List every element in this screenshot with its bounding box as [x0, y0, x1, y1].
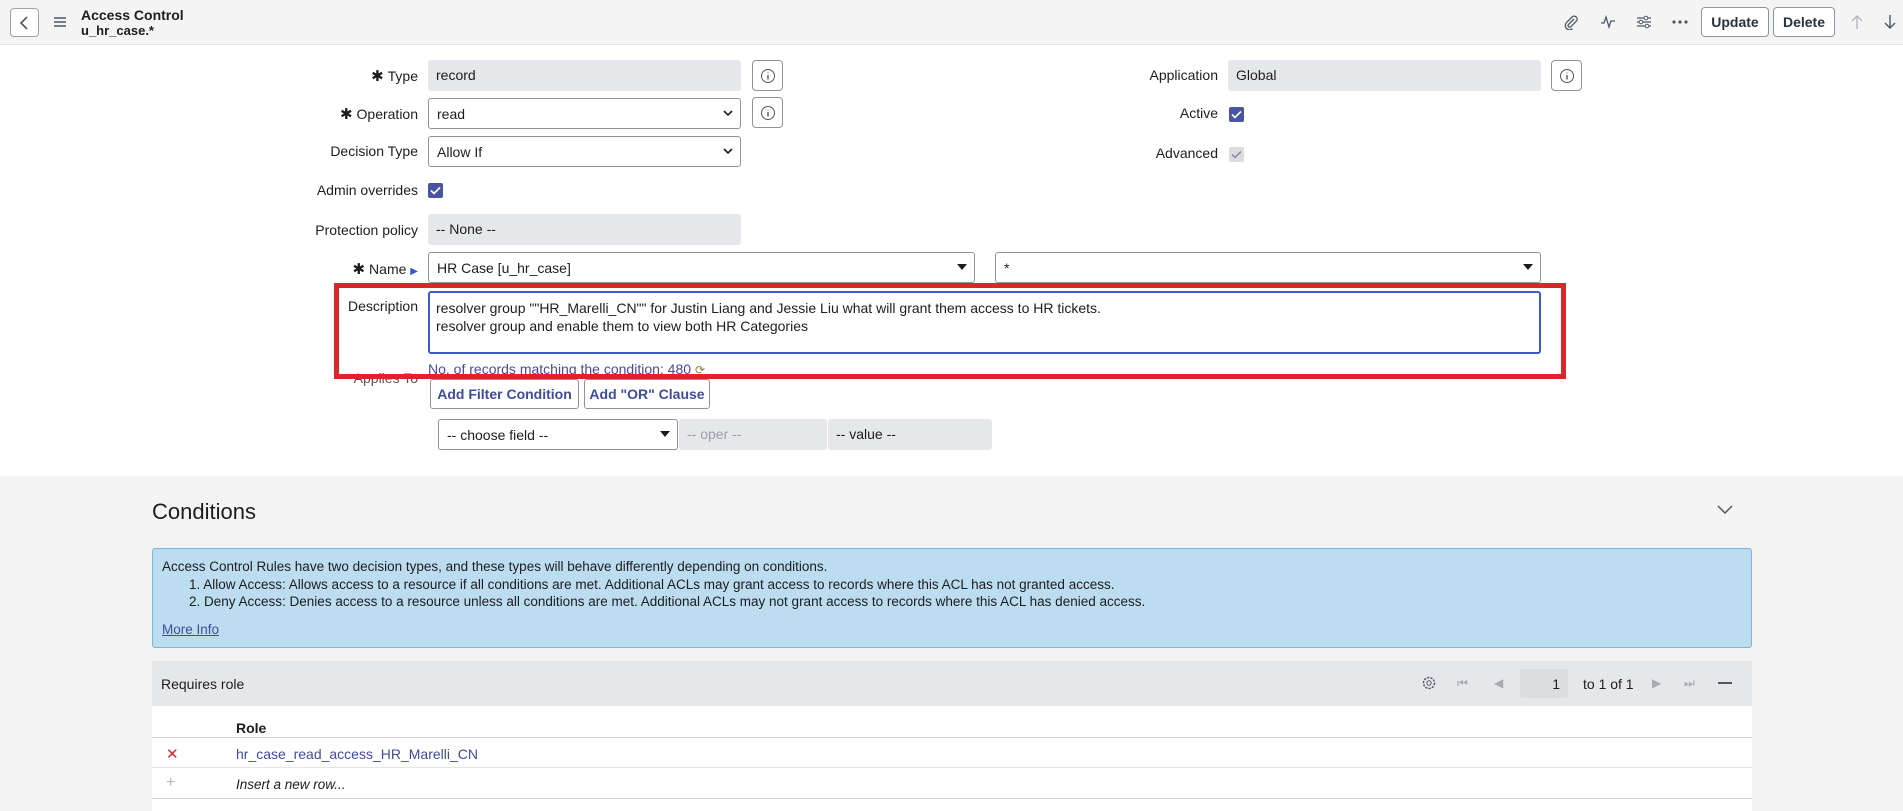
application-info-button[interactable] [1551, 60, 1582, 91]
name-field-value: * [1004, 260, 1010, 276]
caret-down-icon [660, 431, 670, 437]
chevron-left-icon [19, 15, 28, 30]
info-item-allow: 1. Allow Access: Allows access to a reso… [189, 577, 1115, 592]
arrow-up-icon[interactable] [1846, 11, 1868, 33]
page-title: Access Control [81, 7, 184, 23]
form-header: Access Control u_hr_case.* Update Delete [0, 0, 1903, 45]
decision-type-label: Decision Type [330, 143, 418, 159]
info-icon [760, 105, 775, 120]
decision-type-select[interactable]: Allow If [428, 136, 741, 167]
related-list-title: Requires role [161, 676, 245, 692]
page-subtitle: u_hr_case.* [81, 23, 154, 38]
chevron-down-icon [723, 148, 733, 155]
name-field-select[interactable]: * [995, 252, 1541, 283]
delete-button[interactable]: Delete [1773, 7, 1835, 37]
divider [152, 767, 1752, 768]
value-field[interactable]: -- value -- [828, 419, 992, 450]
info-icon [1559, 68, 1574, 83]
requires-role-related-list: Requires role ⏮ ◀ 1 to 1 of 1 ▶ ⏭ Role ✕… [152, 661, 1752, 811]
info-icon [760, 68, 775, 83]
previous-page-icon[interactable]: ◀ [1494, 676, 1503, 690]
application-field: Global [1228, 60, 1541, 91]
name-table-select[interactable]: HR Case [u_hr_case] [428, 252, 975, 283]
active-label: Active [1179, 105, 1218, 121]
operation-select[interactable]: read [428, 98, 741, 129]
update-button[interactable]: Update [1701, 7, 1769, 37]
name-table-value: HR Case [u_hr_case] [437, 260, 571, 276]
next-page-icon[interactable]: ▶ [1652, 676, 1661, 690]
advanced-label: Advanced [1155, 145, 1218, 161]
info-intro-text: Access Control Rules have two decision t… [162, 559, 828, 574]
protection-policy-label: Protection policy [315, 222, 418, 238]
collapse-chevron-icon[interactable] [1716, 502, 1734, 518]
collapse-list-icon[interactable] [1718, 682, 1732, 684]
type-field: record [428, 60, 741, 91]
type-label: ✱ Type [371, 68, 418, 85]
add-or-clause-button[interactable]: Add "OR" Clause [584, 379, 710, 409]
operation-info-button[interactable] [752, 97, 783, 128]
gear-icon[interactable] [1421, 675, 1437, 694]
operation-value: read [437, 106, 466, 122]
type-info-button[interactable] [752, 60, 783, 91]
page-number-input[interactable]: 1 [1520, 669, 1568, 698]
activity-icon[interactable] [1597, 11, 1619, 33]
admin-overrides-label: Admin overrides [316, 182, 418, 198]
caret-down-icon [957, 264, 967, 270]
choose-field-value: -- choose field -- [447, 427, 549, 443]
operation-label: ✱ Operation [339, 106, 418, 123]
divider [152, 798, 1752, 799]
arrow-down-icon[interactable] [1879, 11, 1901, 33]
checkmark-icon [1231, 150, 1242, 159]
insert-row-input[interactable]: Insert a new row... [236, 777, 346, 792]
info-message-panel: Access Control Rules have two decision t… [152, 548, 1752, 648]
info-item-deny: 2. Deny Access: Denies access to a resou… [189, 594, 1146, 609]
paperclip-icon[interactable] [1560, 11, 1582, 33]
conditions-title: Conditions [152, 499, 256, 524]
more-info-link[interactable]: More Info [162, 622, 219, 637]
add-row-icon[interactable]: + [166, 774, 175, 792]
more-options-icon[interactable] [1669, 11, 1691, 33]
checkmark-icon [1231, 110, 1242, 119]
role-link[interactable]: hr_case_read_access_HR_Marelli_CN [236, 746, 478, 762]
active-checkbox[interactable] [1229, 107, 1244, 122]
decision-type-value: Allow If [437, 144, 483, 160]
application-label: Application [1149, 67, 1219, 83]
caret-down-icon [1523, 264, 1533, 270]
name-label: ✱ Name ▶ [352, 261, 418, 278]
divider [152, 737, 1752, 738]
chevron-down-icon [723, 110, 733, 117]
required-asterisk: ✱ [339, 106, 353, 123]
hamburger-menu-icon[interactable] [53, 15, 67, 29]
highlight-annotation [334, 283, 1566, 379]
last-page-icon[interactable]: ⏭ [1684, 676, 1695, 691]
add-filter-condition-button[interactable]: Add Filter Condition [430, 379, 579, 409]
settings-sliders-icon[interactable] [1633, 11, 1655, 33]
expand-arrow-icon[interactable]: ▶ [410, 266, 418, 277]
first-page-icon[interactable]: ⏮ [1457, 676, 1468, 691]
role-column-header[interactable]: Role [236, 720, 266, 736]
checkmark-icon [430, 186, 441, 195]
page-range-text: to 1 of 1 [1583, 676, 1634, 692]
operator-field[interactable]: -- oper -- [679, 419, 827, 450]
delete-row-icon[interactable]: ✕ [166, 745, 179, 763]
protection-policy-field: -- None -- [428, 214, 741, 245]
admin-overrides-checkbox[interactable] [428, 183, 443, 198]
back-button[interactable] [10, 8, 39, 37]
required-asterisk: ✱ [371, 68, 384, 85]
related-list-header: Requires role ⏮ ◀ 1 to 1 of 1 ▶ ⏭ [152, 661, 1752, 706]
choose-field-select[interactable]: -- choose field -- [438, 419, 678, 450]
advanced-checkbox [1229, 147, 1244, 162]
required-asterisk: ✱ [352, 261, 366, 278]
